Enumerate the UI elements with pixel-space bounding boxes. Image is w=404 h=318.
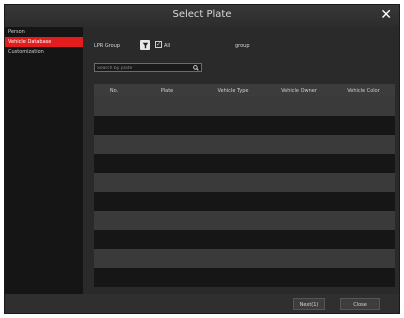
plate-table: No. Plate Vehicle Type Vehicle Owner Veh…	[94, 84, 395, 310]
filter-icon[interactable]	[140, 40, 150, 50]
table-row[interactable]	[94, 211, 395, 230]
column-header-vehicle-type: Vehicle Type	[217, 87, 249, 94]
all-checkbox-label: All	[164, 43, 171, 49]
sidebar-item-vehicle-database[interactable]: Vehicle Database	[5, 37, 83, 47]
table-row[interactable]	[94, 116, 395, 135]
sidebar-item-person[interactable]: Person	[5, 27, 83, 37]
search-box	[94, 63, 202, 72]
all-checkbox[interactable]: ✓	[155, 41, 162, 48]
table-row[interactable]	[94, 192, 395, 211]
sidebar: Person Vehicle Database Customization	[5, 27, 83, 294]
select-plate-dialog: Select Plate ✕ Person Vehicle Database C…	[4, 4, 400, 314]
table-row[interactable]	[94, 173, 395, 192]
table-row[interactable]	[94, 97, 395, 116]
close-button[interactable]: Close	[340, 298, 380, 310]
table-row[interactable]	[94, 154, 395, 173]
column-header-no: No.	[109, 87, 119, 94]
column-header-vehicle-owner: Vehicle Owner	[281, 87, 317, 94]
table-row[interactable]	[94, 249, 395, 268]
search-input[interactable]	[97, 65, 187, 71]
search-icon[interactable]	[193, 65, 199, 73]
lpr-group-label: LPR Group	[94, 43, 121, 49]
ok-button[interactable]: Next(1)	[293, 298, 325, 310]
table-rows	[94, 97, 395, 287]
dialog-footer: Next(1) Close	[5, 294, 399, 313]
column-header-vehicle-color: Vehicle Color	[347, 87, 380, 94]
sidebar-item-customization[interactable]: Customization	[5, 47, 83, 57]
main-panel: LPR Group ✓ All group No. Plate Vehicle …	[85, 27, 397, 310]
table-row[interactable]	[94, 135, 395, 154]
table-header: No. Plate Vehicle Type Vehicle Owner Veh…	[94, 84, 395, 97]
dialog-titlebar: Select Plate ✕	[5, 5, 399, 27]
table-row[interactable]	[94, 268, 395, 287]
group-label: group	[235, 43, 250, 49]
dialog-title: Select Plate	[172, 9, 232, 20]
column-header-plate: Plate	[160, 87, 174, 94]
close-icon[interactable]: ✕	[380, 7, 392, 23]
table-row[interactable]	[94, 230, 395, 249]
